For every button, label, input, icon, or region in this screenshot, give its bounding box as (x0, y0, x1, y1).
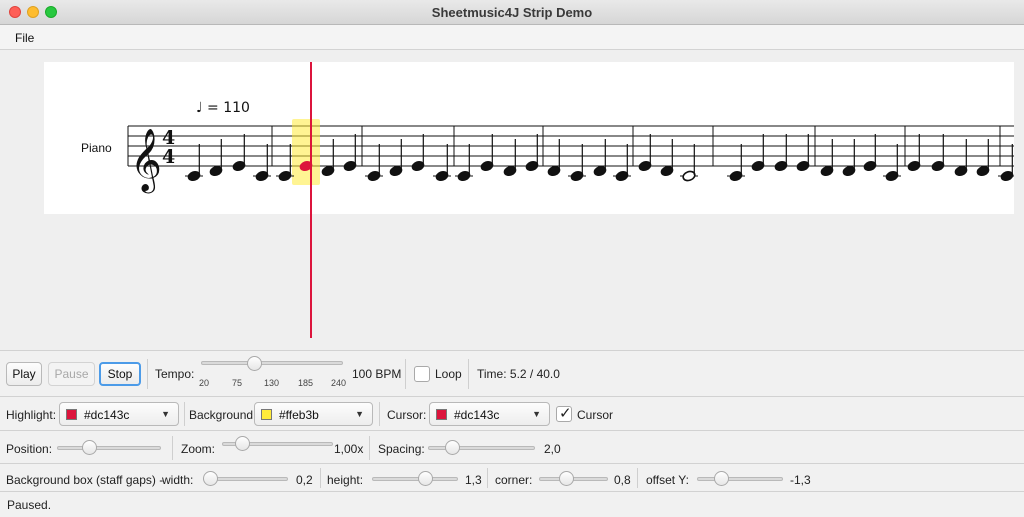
bgbox-width-value: 0,2 (296, 473, 313, 487)
pause-button[interactable]: Pause (48, 362, 95, 386)
transport-toolbar: Play Pause Stop Tempo: 20 75 130 185 240… (0, 350, 1024, 396)
spacing-slider-thumb[interactable] (445, 440, 460, 455)
background-box-label: Background box (staff gaps) - (6, 473, 164, 487)
spacing-label: Spacing: (378, 442, 425, 456)
color-toolbar: Highlight: #dc143c ▼ Background: #ffeb3b… (0, 396, 1024, 430)
bgbox-height-value: 1,3 (465, 473, 482, 487)
zoom-value: 1,00x (334, 442, 364, 456)
bgbox-corner-slider-thumb[interactable] (559, 471, 574, 486)
title-bar: Sheetmusic4J Strip Demo (0, 0, 1024, 25)
bgbox-height-slider-track[interactable] (372, 477, 458, 481)
chevron-down-icon: ▼ (161, 409, 170, 419)
score-sheet: Piano ♩ = 110 𝄞 4 4 (44, 62, 1014, 214)
zoom-slider-thumb[interactable] (235, 436, 250, 451)
background-color-value: #ffeb3b (279, 408, 319, 422)
time-signature-bottom: 4 (162, 146, 175, 168)
bgbox-width-label: width: (162, 473, 194, 487)
tempo-tick: 240 (331, 378, 347, 388)
cursor-color-value: #dc143c (454, 408, 500, 422)
checkmark-icon: ✓ (559, 405, 572, 422)
cursor-checkbox[interactable]: ✓ (556, 405, 572, 422)
menu-bar: File (0, 25, 1024, 50)
highlight-label: Highlight: (6, 408, 57, 422)
cursor-label: Cursor: (387, 408, 427, 422)
cursor-color-picker[interactable]: #dc143c ▼ (429, 402, 550, 426)
status-bar: Paused. (0, 491, 1024, 517)
time-readout: Time: 5.2 / 40.0 (477, 367, 560, 381)
bgbox-offset-slider-track[interactable] (697, 477, 783, 481)
treble-clef-icon: 𝄞 (130, 128, 162, 194)
menu-file[interactable]: File (15, 31, 34, 45)
play-button[interactable]: Play (6, 362, 42, 386)
tempo-tick: 130 (264, 378, 280, 388)
bgbox-offset-slider-thumb[interactable] (714, 471, 729, 486)
score-staff: Piano ♩ = 110 𝄞 4 4 (81, 100, 1014, 194)
window-title: Sheetmusic4J Strip Demo (431, 5, 593, 20)
stop-button[interactable]: Stop (99, 362, 141, 386)
highlight-color-picker[interactable]: #dc143c ▼ (59, 402, 179, 426)
highlight-swatch (66, 409, 77, 420)
zoom-label: Zoom: (181, 442, 216, 456)
background-swatch (261, 409, 272, 420)
bgbox-corner-label: corner: (495, 473, 533, 487)
tempo-tick: 20 (199, 378, 210, 388)
instrument-label: Piano (81, 141, 112, 155)
position-slider-thumb[interactable] (82, 440, 97, 455)
background-label: Background: (189, 408, 257, 422)
current-note-highlight (292, 119, 320, 185)
tempo-marking: ♩ = 110 (196, 100, 250, 116)
status-text: Paused. (7, 498, 52, 512)
chevron-down-icon: ▼ (532, 409, 541, 419)
background-box-toolbar: Background box (staff gaps) - width: 0,2… (0, 463, 1024, 491)
playback-cursor (310, 62, 312, 338)
staff-lines (127, 125, 1014, 167)
bgbox-offset-label: offset Y: (646, 473, 689, 487)
tempo-slider-track[interactable] (201, 361, 343, 365)
cursor-swatch (436, 409, 447, 420)
position-slider-track[interactable] (57, 446, 161, 450)
loop-label: Loop (435, 367, 462, 381)
tempo-tick: 185 (298, 378, 314, 388)
tempo-label: Tempo: (155, 367, 195, 381)
bgbox-height-label: height: (327, 473, 364, 487)
bgbox-width-slider-thumb[interactable] (203, 471, 218, 486)
loop-checkbox[interactable] (414, 366, 430, 382)
view-toolbar: Position: Zoom: 1,00x Spacing: 2,0 (0, 430, 1024, 463)
tempo-tick: 75 (232, 378, 243, 388)
chevron-down-icon: ▼ (355, 409, 364, 419)
tempo-value: 100 BPM (352, 367, 402, 381)
bgbox-corner-value: 0,8 (614, 473, 631, 487)
position-label: Position: (6, 442, 53, 456)
highlight-color-value: #dc143c (84, 408, 130, 422)
cursor-checkbox-label: Cursor (577, 408, 614, 422)
bgbox-offset-value: -1,3 (790, 473, 811, 487)
bgbox-height-slider-thumb[interactable] (418, 471, 433, 486)
spacing-value: 2,0 (544, 442, 561, 456)
background-color-picker[interactable]: #ffeb3b ▼ (254, 402, 373, 426)
tempo-slider-thumb[interactable] (247, 356, 262, 371)
